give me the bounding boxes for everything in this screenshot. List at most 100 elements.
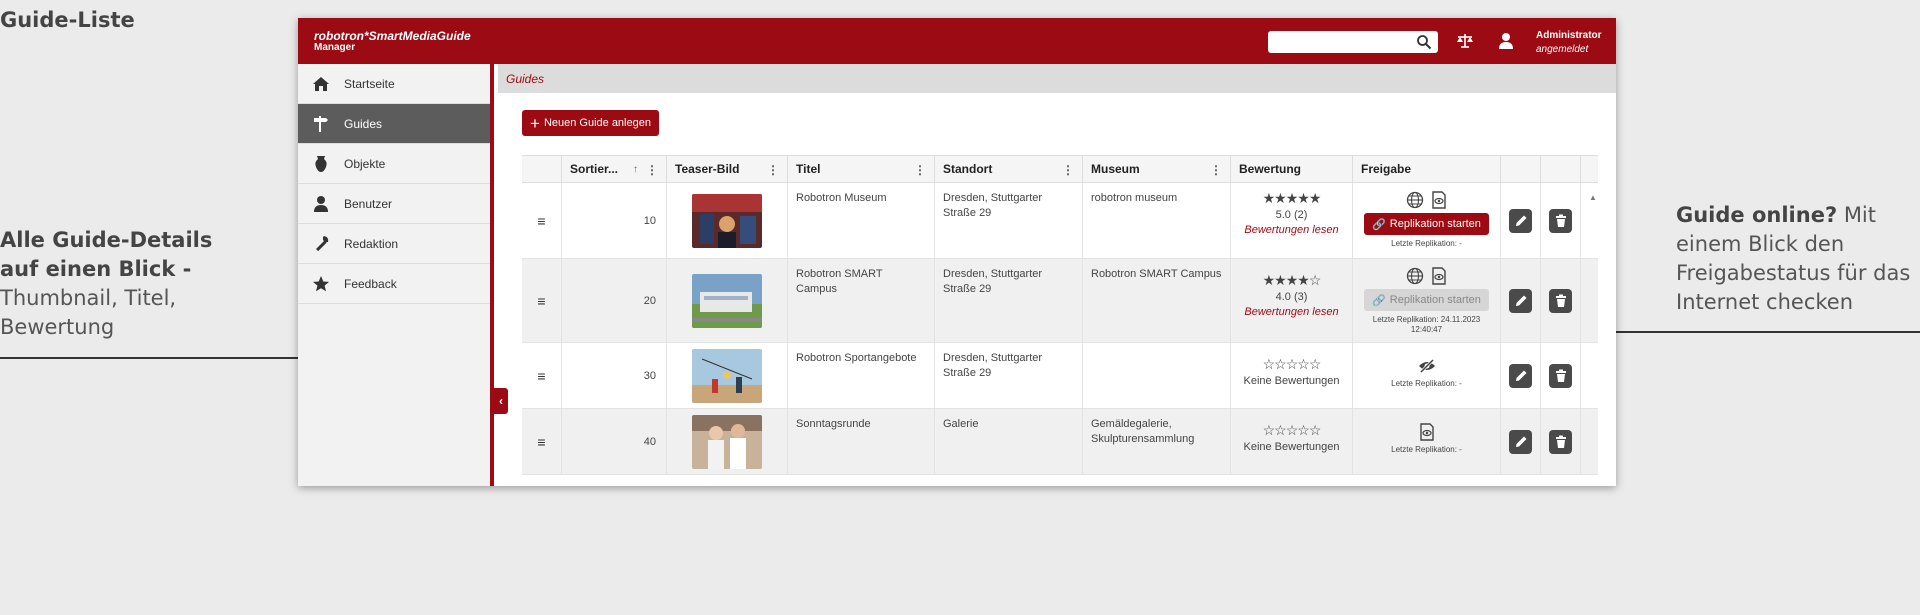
brand-name: robotron*SmartMediaGuide <box>314 29 471 43</box>
sidebar-item-objekte[interactable]: Objekte <box>298 144 490 184</box>
rating-cell: ★★★★★ 5.0 (2) Bewertungen lesen <box>1231 183 1353 258</box>
column-menu-icon[interactable]: ⋮ <box>646 163 658 177</box>
app-window: robotron*SmartMediaGuide Manager Adminis… <box>298 18 1616 486</box>
preview-document-icon[interactable] <box>1430 267 1448 285</box>
teaser-thumbnail[interactable] <box>692 193 762 248</box>
edit-button[interactable] <box>1509 288 1532 313</box>
edit-button[interactable] <box>1509 208 1532 233</box>
scrollbar[interactable]: ▲ <box>1581 183 1598 258</box>
drag-handle-icon[interactable]: ≡ <box>522 343 562 408</box>
column-location[interactable]: Standort ⋮ <box>935 156 1083 182</box>
teaser-image <box>667 259 788 342</box>
sort-value: 20 <box>562 259 667 342</box>
column-menu-icon[interactable]: ⋮ <box>1062 163 1074 177</box>
sidebar-item-label: Benutzer <box>344 196 393 211</box>
guide-location: Dresden, Stuttgarter Straße 29 <box>935 183 1083 258</box>
delete-button[interactable] <box>1549 208 1572 233</box>
teaser-thumbnail[interactable] <box>692 348 762 403</box>
scrollbar-track[interactable] <box>1581 409 1598 474</box>
column-label: Bewertung <box>1239 162 1302 176</box>
start-replication-label: Replikation starten <box>1389 294 1481 306</box>
column-menu-icon[interactable]: ⋮ <box>914 163 926 177</box>
table-row[interactable]: ≡ 30 Robotron Sportangebote Dresden, Stu… <box>522 343 1598 409</box>
column-title[interactable]: Titel ⋮ <box>788 156 935 182</box>
annotation-right: Guide online? Mit einem Blick den Freiga… <box>1676 201 1916 317</box>
signpost-icon <box>314 115 328 132</box>
delete-button[interactable] <box>1549 288 1572 313</box>
sidebar-item-redaktion[interactable]: Redaktion <box>298 224 490 264</box>
guide-museum <box>1083 343 1231 408</box>
account-icon[interactable] <box>1498 32 1514 50</box>
drag-handle-icon[interactable]: ≡ <box>522 183 562 258</box>
read-reviews-link[interactable]: Bewertungen lesen <box>1239 223 1344 238</box>
teaser-image <box>667 343 788 408</box>
sidebar-item-startseite[interactable]: Startseite <box>298 64 490 104</box>
edit-cell <box>1501 409 1541 474</box>
guide-location: Dresden, Stuttgarter Straße 29 <box>935 343 1083 408</box>
top-bar: robotron*SmartMediaGuide Manager Adminis… <box>298 18 1616 64</box>
table-row[interactable]: ≡ 20 Robotron SMART Campus Dresden, Stut… <box>522 259 1598 343</box>
new-guide-button[interactable]: + Neuen Guide anlegen <box>522 110 659 136</box>
column-sort[interactable]: Sortier... ↑ ⋮ <box>562 156 667 182</box>
column-menu-icon[interactable]: ⋮ <box>1210 163 1222 177</box>
column-release[interactable]: Freigabe <box>1353 156 1501 182</box>
rating-stars: ☆☆☆☆☆ <box>1262 422 1322 438</box>
column-label: Freigabe <box>1361 162 1412 176</box>
sort-value: 40 <box>562 409 667 474</box>
start-replication-label: Replikation starten <box>1389 218 1481 230</box>
read-reviews-link[interactable]: Bewertungen lesen <box>1239 305 1344 320</box>
sidebar-item-benutzer[interactable]: Benutzer <box>298 184 490 224</box>
search-icon[interactable] <box>1416 34 1432 50</box>
column-label: Museum <box>1091 162 1140 176</box>
column-rating[interactable]: Bewertung <box>1231 156 1353 182</box>
breadcrumb[interactable]: Guides <box>506 72 544 86</box>
plus-icon: + <box>530 113 540 133</box>
drag-handle-icon[interactable]: ≡ <box>522 259 562 342</box>
start-replication-button[interactable]: 🔗 Replikation starten <box>1364 213 1489 235</box>
page-heading: Guide-Liste <box>0 8 135 32</box>
globe-icon[interactable] <box>1406 267 1424 285</box>
scrollbar-track[interactable] <box>1581 343 1598 408</box>
annotation-left-text: Thumbnail, Titel, Bewertung <box>0 286 177 339</box>
sidebar-item-label: Objekte <box>344 156 386 171</box>
edit-button[interactable] <box>1509 429 1532 454</box>
user-name[interactable]: Administrator <box>1536 30 1602 41</box>
preview-document-icon[interactable] <box>1418 423 1436 441</box>
sidebar-collapse-button[interactable]: ‹ <box>494 388 508 414</box>
eye-slash-icon[interactable] <box>1418 357 1436 375</box>
column-menu-icon[interactable]: ⋮ <box>767 163 779 177</box>
edit-button[interactable] <box>1509 363 1532 388</box>
last-replication: Letzte Replikation: - <box>1391 239 1462 248</box>
sidebar-item-feedback[interactable]: Feedback <box>298 264 490 304</box>
column-museum[interactable]: Museum ⋮ <box>1083 156 1231 182</box>
edit-cell <box>1501 259 1541 342</box>
scroll-up-icon[interactable]: ▲ <box>1589 193 1597 202</box>
guide-museum: Gemäldegalerie, Skulpturensammlung <box>1083 409 1231 474</box>
scrollbar-track[interactable] <box>1581 259 1598 342</box>
sidebar: Startseite Guides Objekte Benutzer Redak… <box>298 64 494 486</box>
legal-scale-icon[interactable] <box>1456 33 1474 49</box>
teaser-thumbnail[interactable] <box>692 414 762 469</box>
drag-handle-icon[interactable]: ≡ <box>522 409 562 474</box>
globe-icon[interactable] <box>1406 191 1424 209</box>
guide-museum: Robotron SMART Campus <box>1083 259 1231 342</box>
guide-title: Sonntagsrunde <box>788 409 935 474</box>
column-label: Sortier... <box>570 162 619 176</box>
sidebar-item-guides[interactable]: Guides <box>298 104 490 144</box>
delete-button[interactable] <box>1549 363 1572 388</box>
column-edit <box>1501 156 1541 182</box>
table-row[interactable]: ≡ 40 Sonntagsrunde Galerie Gemäldegaleri… <box>522 409 1598 475</box>
delete-cell <box>1541 409 1581 474</box>
start-replication-button[interactable]: 🔗 Replikation starten <box>1364 289 1489 311</box>
preview-document-icon[interactable] <box>1430 191 1448 209</box>
teaser-thumbnail[interactable] <box>692 273 762 328</box>
delete-button[interactable] <box>1549 429 1572 454</box>
release-cell: 🔗 Replikation starten Letzte Replikation:… <box>1353 259 1501 342</box>
sort-asc-icon[interactable]: ↑ <box>633 164 638 175</box>
column-drag <box>522 156 562 182</box>
brand-logo[interactable]: robotron*SmartMediaGuide Manager <box>314 30 471 54</box>
table-row[interactable]: ≡ 10 Robotron Museum Dresden, Stuttgarte… <box>522 183 1598 259</box>
search-input[interactable] <box>1268 31 1438 53</box>
delete-cell <box>1541 259 1581 342</box>
column-teaser[interactable]: Teaser-Bild ⋮ <box>667 156 788 182</box>
